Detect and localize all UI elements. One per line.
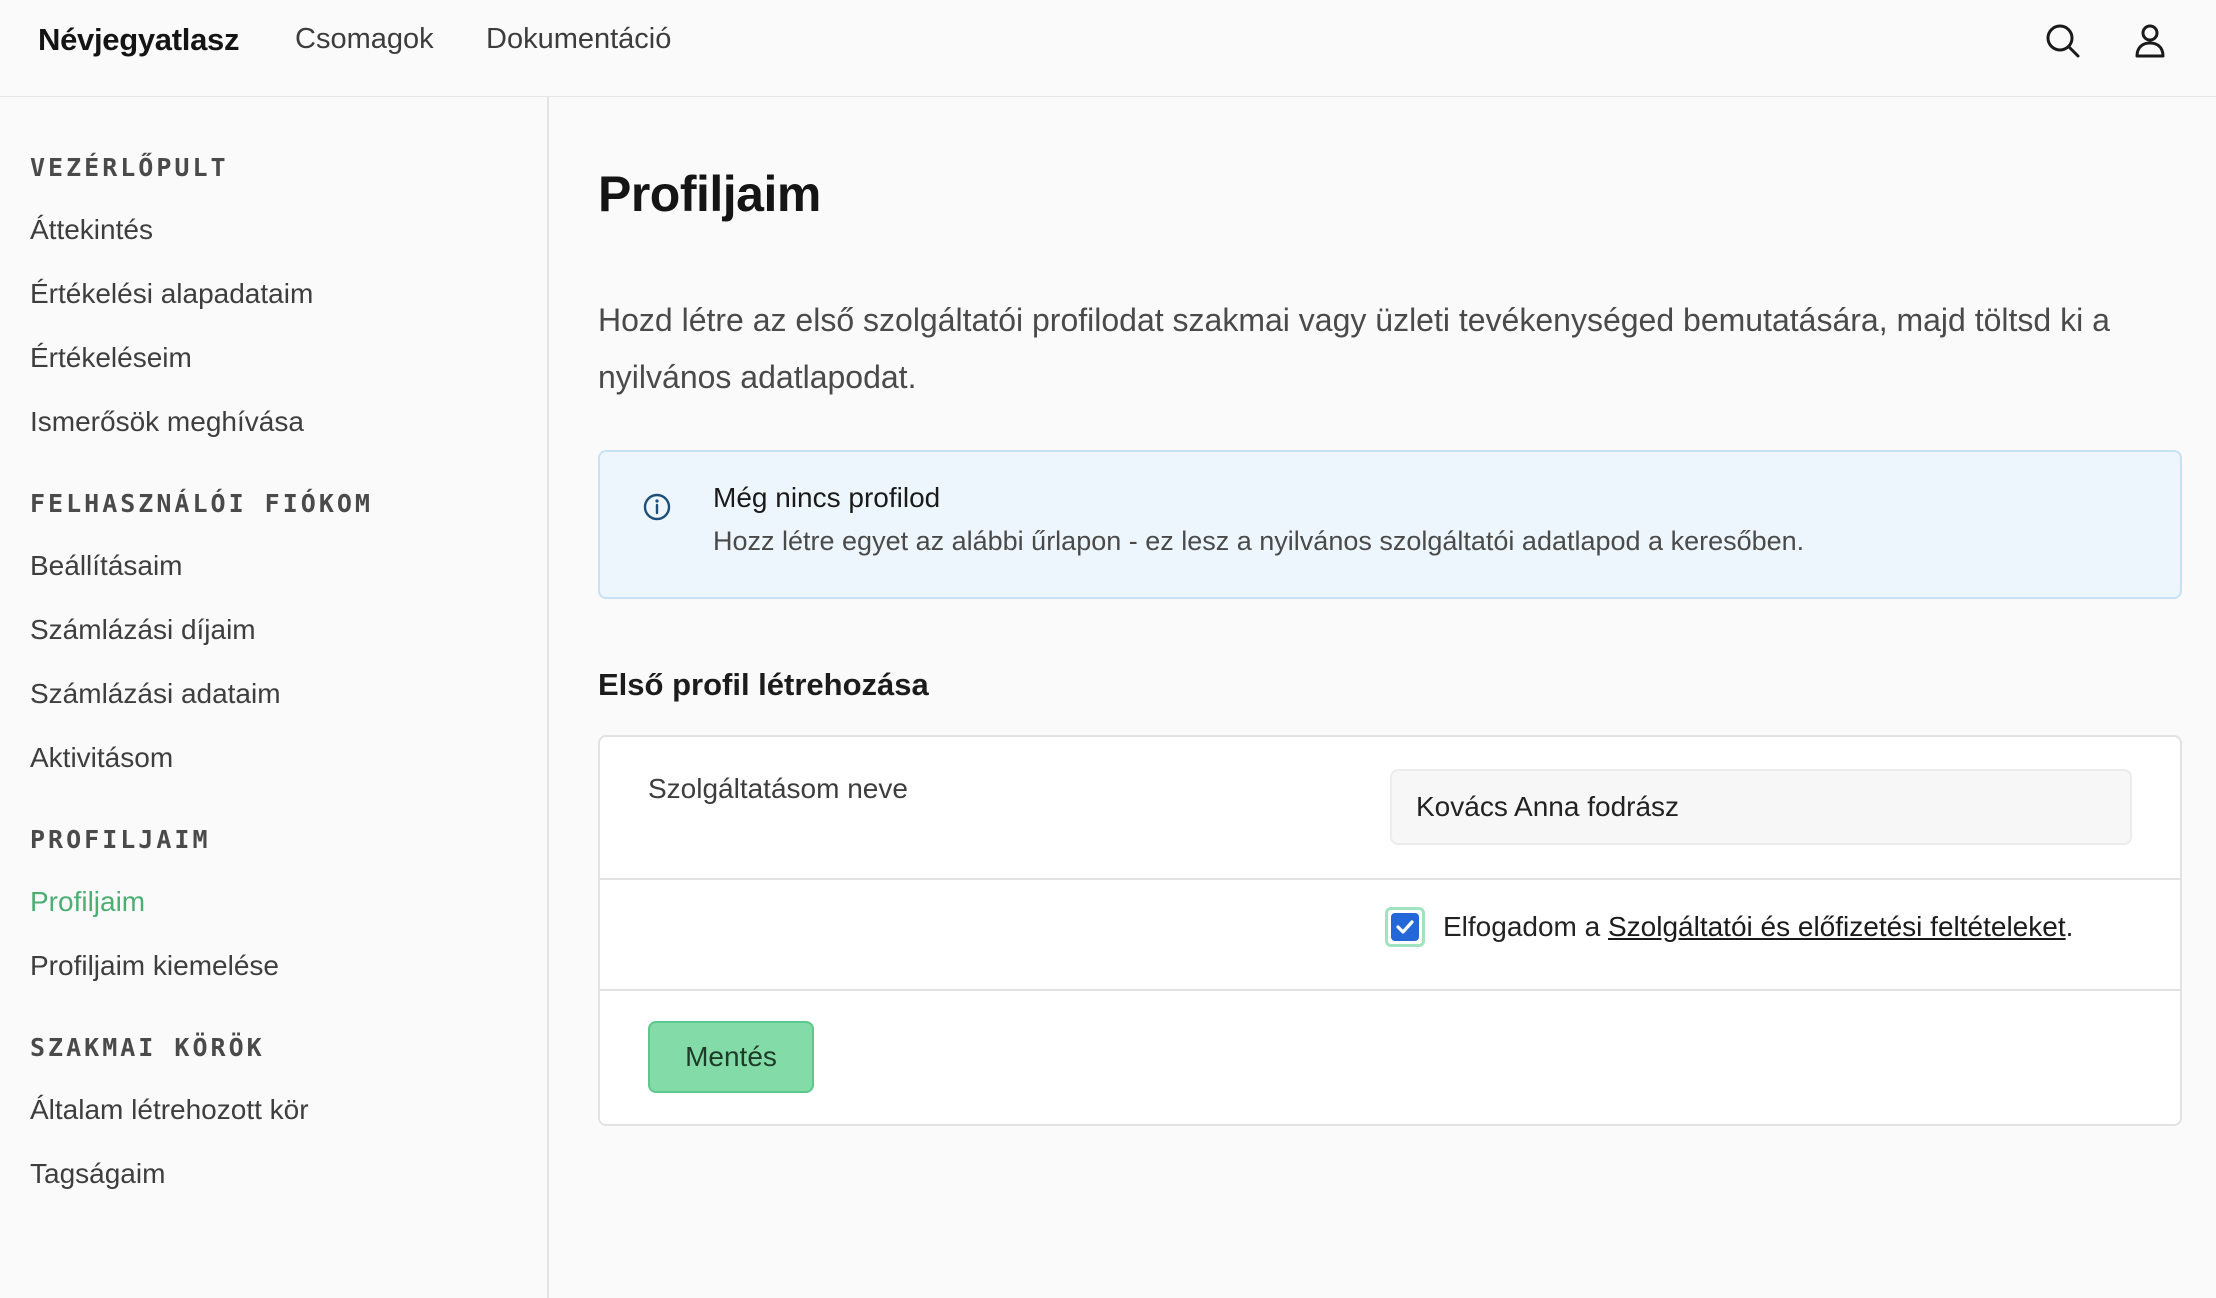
- sidebar-heading-circles: SZAKMAI KÖRÖK: [30, 1033, 265, 1062]
- terms-link[interactable]: Szolgáltatói és előfizetési feltételeket: [1608, 911, 2066, 943]
- sidebar-item-profiles[interactable]: Profiljaim: [30, 886, 145, 918]
- sidebar-item-profile-highlight[interactable]: Profiljaim kiemelése: [30, 950, 279, 982]
- sidebar-item-overview[interactable]: Áttekintés: [30, 214, 153, 246]
- service-name-input[interactable]: [1390, 769, 2132, 845]
- sidebar-item-my-circle[interactable]: Általam létrehozott kör: [30, 1094, 309, 1126]
- save-button[interactable]: Mentés: [648, 1021, 814, 1093]
- sidebar-item-billing-fees[interactable]: Számlázási díjaim: [30, 614, 256, 646]
- info-text: Hozz létre egyet az alábbi űrlapon - ez …: [713, 526, 1805, 556]
- consent-suffix: .: [2065, 911, 2074, 942]
- sidebar-item-rating-basics[interactable]: Értékelési alapadataim: [30, 278, 313, 310]
- sidebar-heading-dashboard: VEZÉRLŐPULT: [30, 153, 229, 182]
- info-title: Még nincs profilod: [713, 482, 941, 513]
- info-icon: [642, 492, 672, 522]
- sidebar-item-invite-friends[interactable]: Ismerősök meghívása: [30, 406, 304, 438]
- nav-link-packages[interactable]: Csomagok: [295, 23, 434, 56]
- brand-logo[interactable]: Névjegyatlasz: [38, 22, 239, 58]
- checkmark-icon: [1391, 913, 1419, 941]
- sidebar: VEZÉRLŐPULT Áttekintés Értékelési alapad…: [0, 97, 549, 1298]
- top-navigation-bar: Névjegyatlasz Csomagok Dokumentáció: [0, 0, 2216, 97]
- form-divider: [600, 989, 2180, 991]
- page-title: Profiljaim: [598, 166, 821, 222]
- sidebar-item-billing-data[interactable]: Számlázási adataim: [30, 678, 281, 710]
- intro-text: Hozd létre az első szolgáltatói profilod…: [598, 302, 2110, 395]
- sidebar-item-memberships[interactable]: Tagságaim: [30, 1158, 165, 1190]
- form-section-title: Első profil létrehozása: [598, 667, 929, 702]
- sidebar-item-ratings[interactable]: Értékeléseim: [30, 342, 192, 374]
- terms-checkbox[interactable]: [1385, 907, 1425, 947]
- consent-prefix: Elfogadom a: [1443, 911, 1608, 942]
- service-name-label: Szolgáltatásom neve: [648, 773, 908, 804]
- profile-form: Szolgáltatásom neve Elfogadom a Szolgált…: [598, 735, 2182, 1126]
- terms-consent: Elfogadom a Szolgáltatói és előfizetési …: [1385, 907, 2073, 947]
- user-icon[interactable]: [2127, 18, 2173, 64]
- sidebar-heading-account: FELHASZNÁLÓI FIÓKOM: [30, 489, 373, 518]
- sidebar-heading-profiles: PROFILJAIM: [30, 825, 211, 854]
- info-alert: Még nincs profilod Hozz létre egyet az a…: [598, 450, 2182, 599]
- nav-link-documentation[interactable]: Dokumentáció: [486, 23, 671, 56]
- sidebar-item-activity[interactable]: Aktivitásom: [30, 742, 173, 774]
- sidebar-item-settings[interactable]: Beállításaim: [30, 550, 183, 582]
- search-icon[interactable]: [2040, 18, 2086, 64]
- form-divider: [600, 878, 2180, 880]
